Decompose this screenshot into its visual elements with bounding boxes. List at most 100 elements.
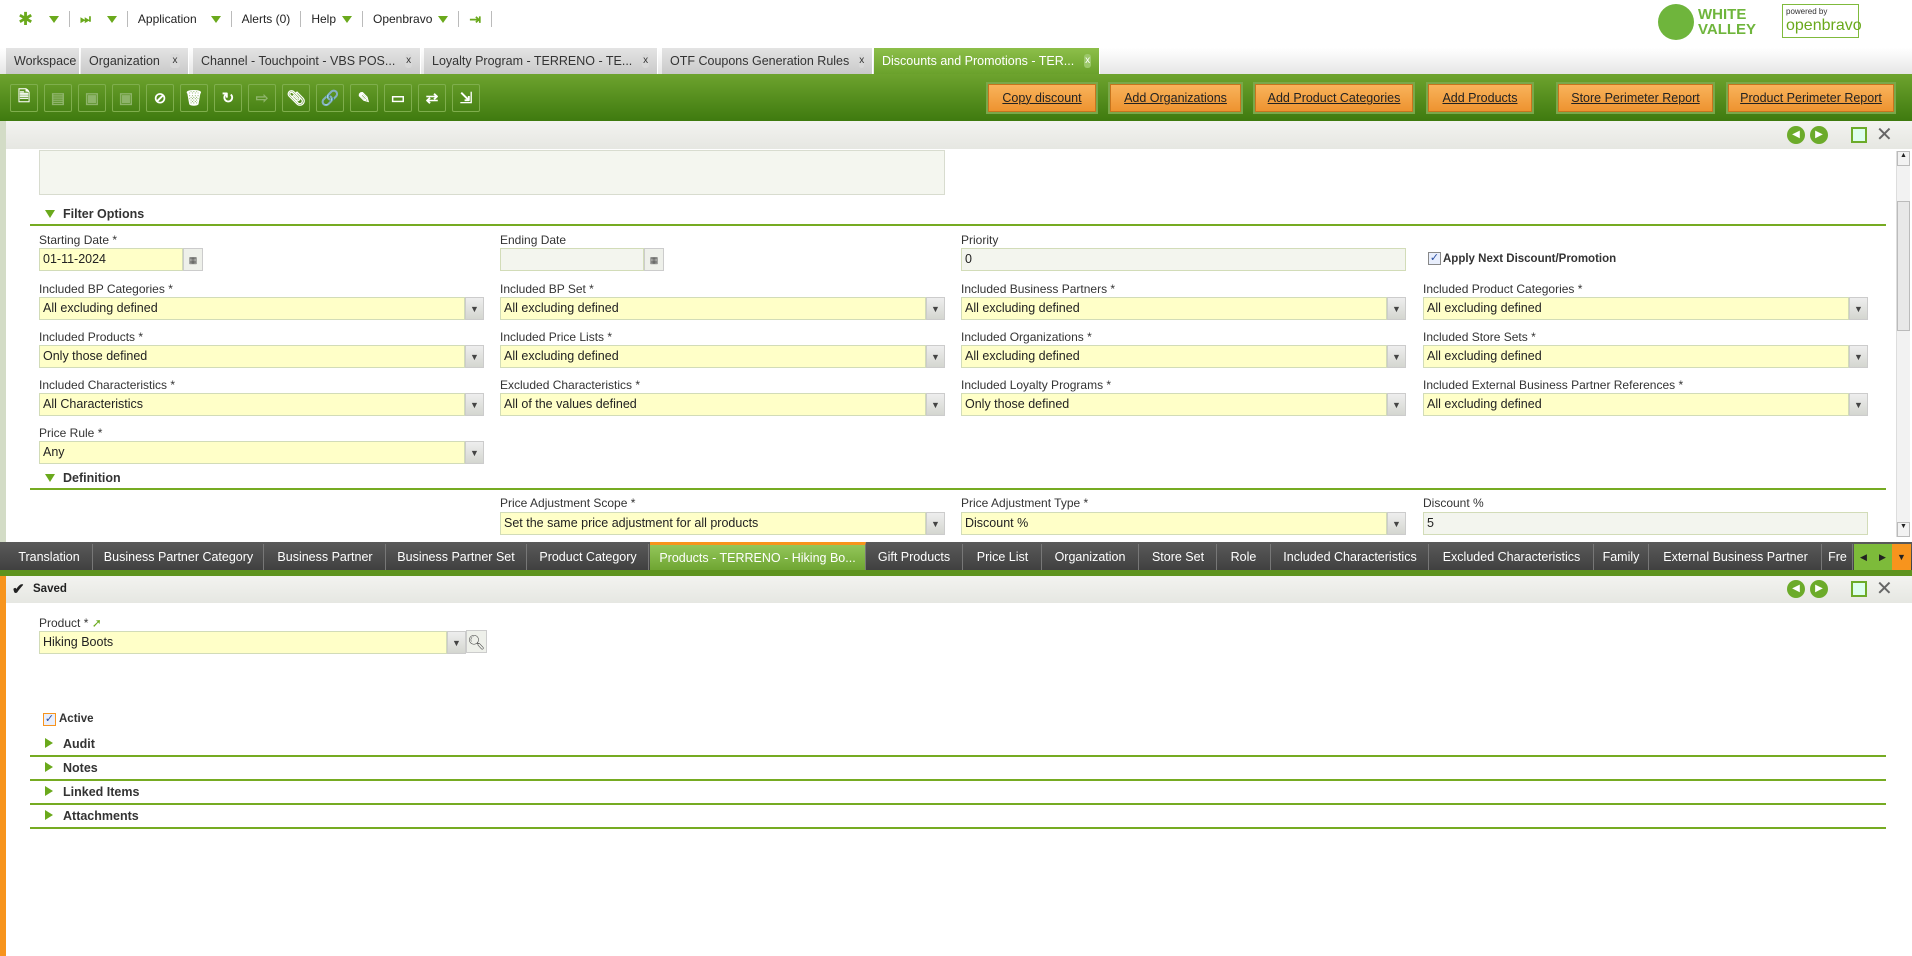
child-tab[interactable]: Products - TERRENO - Hiking Bo...	[650, 542, 866, 570]
product-input[interactable]: Hiking Boots	[39, 631, 447, 654]
child-tab[interactable]: Included Characteristics	[1272, 544, 1429, 570]
select-input[interactable]: Only those defined	[961, 393, 1387, 416]
close-tab-icon[interactable]: x	[859, 54, 865, 68]
toolbar-button[interactable]: Add Organizations	[1110, 84, 1241, 112]
alerts-link[interactable]: Alerts (0)	[242, 12, 291, 26]
child-tab[interactable]: External Business Partner	[1650, 544, 1822, 570]
link-icon[interactable]: 🔗	[316, 84, 344, 112]
dropdown-arrow-icon[interactable]: ▼	[1387, 512, 1406, 535]
window-tab[interactable]: Discounts and Promotions - TER... x	[874, 48, 1100, 74]
child-tab[interactable]: Organization	[1042, 544, 1139, 570]
select-input[interactable]: All excluding defined	[1423, 297, 1849, 320]
section-header[interactable]: Attachments	[45, 809, 139, 823]
select-input[interactable]: All Characteristics	[39, 393, 465, 416]
grid-view-icon[interactable]: ▤	[44, 84, 72, 112]
discount-pct-input[interactable]: 5	[1423, 512, 1868, 535]
refresh-icon[interactable]: ↻	[214, 84, 242, 112]
section-header[interactable]: Filter Options	[45, 207, 144, 221]
child-tab[interactable]: Price List	[964, 544, 1042, 570]
select-input[interactable]: All excluding defined	[1423, 393, 1849, 416]
audit-trail-icon[interactable]: ✎	[350, 84, 378, 112]
link-arrow-icon[interactable]: ➚	[92, 616, 102, 630]
close-form-icon[interactable]: ✕	[1876, 579, 1893, 599]
dropdown-arrow-icon[interactable]: ▼	[926, 393, 945, 416]
dropdown-arrow-icon[interactable]: ▼	[926, 297, 945, 320]
close-form-icon[interactable]: ✕	[1876, 125, 1893, 145]
description-textarea[interactable]	[39, 150, 945, 195]
next-record-icon[interactable]: ▶	[1810, 126, 1828, 144]
window-tab[interactable]: Organization x	[81, 48, 189, 74]
next-record-icon[interactable]: ▶	[1810, 580, 1828, 598]
close-tab-icon[interactable]: x	[1084, 54, 1091, 68]
user-menu[interactable]: Openbravo	[373, 12, 449, 26]
dropdown-arrow-icon[interactable]: ▼	[465, 345, 484, 368]
scrollbar-thumb[interactable]	[1897, 201, 1910, 331]
calendar-icon[interactable]: ▦	[183, 248, 203, 271]
price-adjustment-type-select[interactable]: Discount %	[961, 512, 1387, 535]
dropdown-arrow-icon[interactable]: ▼	[465, 393, 484, 416]
section-header[interactable]: Notes	[45, 761, 98, 775]
help-menu[interactable]: Help	[311, 12, 352, 26]
child-tab[interactable]: Product Category	[528, 544, 649, 570]
close-tab-icon[interactable]: x	[405, 54, 412, 68]
window-tab[interactable]: OTF Coupons Generation Rules x	[662, 48, 873, 74]
select-input[interactable]: All excluding defined	[961, 345, 1387, 368]
clone-icon[interactable]: ⇄	[418, 84, 446, 112]
save-icon[interactable]: ▣	[78, 84, 106, 112]
dropdown-arrow-icon[interactable]: ▼	[465, 441, 484, 464]
select-input[interactable]: All excluding defined	[500, 345, 926, 368]
section-header[interactable]: Audit	[45, 737, 95, 751]
child-tab[interactable]: Role	[1217, 544, 1271, 570]
delete-icon[interactable]: 🗑	[180, 84, 208, 112]
chevron-down-icon[interactable]	[106, 15, 117, 23]
toolbar-button[interactable]: Add Products	[1428, 84, 1532, 112]
dropdown-arrow-icon[interactable]: ▼	[926, 512, 945, 535]
new-document-icon[interactable]: 🗎	[10, 84, 38, 112]
child-tab[interactable]: Business Partner Category	[94, 544, 264, 570]
active-checkbox[interactable]: ✓	[43, 713, 56, 726]
child-tab[interactable]: Translation	[6, 544, 93, 570]
starting-date-input[interactable]: 01-11-2024	[39, 248, 183, 271]
close-tab-icon[interactable]: x	[642, 54, 649, 68]
toolbar-button[interactable]: Add Product Categories	[1255, 84, 1413, 112]
previous-record-icon[interactable]: ◀	[1787, 126, 1805, 144]
scroll-left-icon[interactable]: ◀	[1854, 544, 1873, 570]
window-tab[interactable]: Channel - Touchpoint - VBS POS... x	[193, 48, 421, 74]
select-input[interactable]: All excluding defined	[500, 297, 926, 320]
logout-icon[interactable]: ⇥	[469, 11, 481, 28]
chevron-down-icon[interactable]	[49, 15, 60, 23]
price-adjustment-scope-select[interactable]: Set the same price adjustment for all pr…	[500, 512, 926, 535]
dropdown-arrow-icon[interactable]: ▼	[1387, 393, 1406, 416]
dropdown-arrow-icon[interactable]: ▼	[1849, 393, 1868, 416]
child-tab[interactable]: Fre	[1823, 544, 1853, 570]
application-menu[interactable]: Application	[138, 12, 221, 26]
layout-toggle-icon[interactable]: ▭	[384, 84, 412, 112]
apply-next-checkbox[interactable]: ✓	[1428, 252, 1441, 265]
print-icon[interactable]: ⇲	[452, 84, 480, 112]
select-input[interactable]: Only those defined	[39, 345, 465, 368]
dropdown-arrow-icon[interactable]: ▼	[1387, 345, 1406, 368]
ending-date-input[interactable]	[500, 248, 644, 271]
search-icon[interactable]: 🔍︎	[466, 630, 487, 653]
dropdown-arrow-icon[interactable]: ▼	[1387, 297, 1406, 320]
product-dropdown-icon[interactable]: ▼	[447, 631, 466, 654]
scroll-up-icon[interactable]: ▲	[1897, 151, 1910, 166]
scroll-down-icon[interactable]: ▼	[1897, 522, 1910, 537]
window-tab[interactable]: Loyalty Program - TERRENO - TE... x	[424, 48, 658, 74]
window-tab[interactable]: Workspace	[6, 48, 80, 74]
priority-input[interactable]: 0	[961, 248, 1406, 271]
toolbar-button[interactable]: Store Perimeter Report	[1558, 84, 1713, 112]
child-tab[interactable]: Gift Products	[866, 544, 963, 570]
export-icon[interactable]: ⇨	[248, 84, 276, 112]
undo-icon[interactable]: ⊘	[146, 84, 174, 112]
scroll-right-icon[interactable]: ▶	[1873, 544, 1892, 570]
child-tab[interactable]: Store Set	[1140, 544, 1217, 570]
calendar-icon[interactable]: ▦	[644, 248, 664, 271]
child-tab[interactable]: Business Partner Set	[386, 544, 527, 570]
dropdown-arrow-icon[interactable]: ▼	[1849, 297, 1868, 320]
save-and-close-icon[interactable]: ▣	[112, 84, 140, 112]
maximize-icon[interactable]	[1851, 127, 1867, 143]
section-header[interactable]: Linked Items	[45, 785, 139, 799]
section-header[interactable]: Definition	[45, 471, 121, 485]
child-tab[interactable]: Business Partner	[265, 544, 386, 570]
